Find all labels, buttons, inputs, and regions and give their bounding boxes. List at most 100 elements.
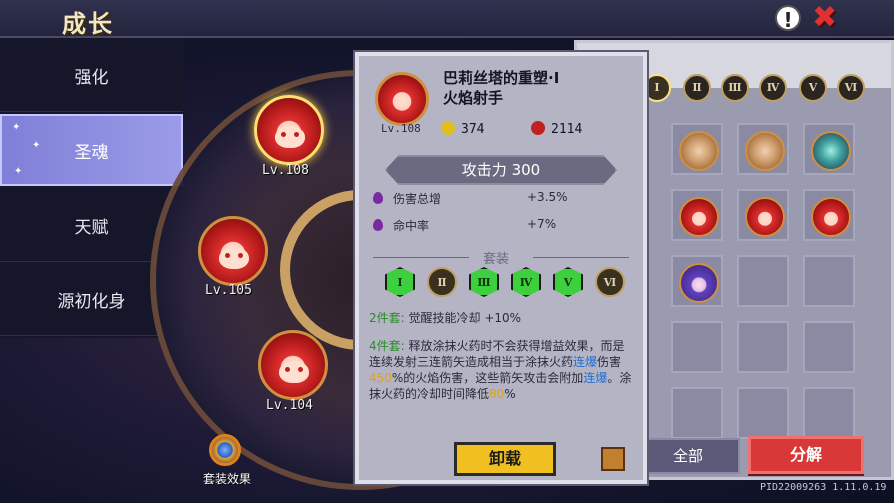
tab-set-3[interactable]: Ⅲ bbox=[721, 74, 749, 102]
hero-slot-2[interactable] bbox=[198, 216, 268, 286]
inventory-slot[interactable] bbox=[737, 255, 789, 307]
inventory-slot[interactable] bbox=[803, 321, 855, 373]
set-effect-icon bbox=[209, 434, 241, 466]
hero-level: Lv.105 bbox=[205, 283, 252, 298]
inventory-slot[interactable] bbox=[737, 123, 789, 175]
highlight-value: 80 bbox=[489, 387, 505, 401]
set-divider: 套装 bbox=[373, 250, 629, 267]
set-bonus-4-text: %的火焰伤害，这些箭矢攻击会附加 bbox=[391, 371, 584, 385]
item-icon bbox=[745, 197, 785, 237]
hero-level: Lv.104 bbox=[266, 398, 313, 413]
sidebar-item-label: 强化 bbox=[74, 68, 109, 88]
inventory-slot[interactable] bbox=[737, 189, 789, 241]
set-bonus-2-text: 觉醒技能冷却 +10% bbox=[408, 311, 522, 325]
main-stat: 攻击力 300 bbox=[385, 155, 617, 185]
info-icon[interactable]: ! bbox=[775, 5, 801, 32]
substat-row: 命中率 +7% bbox=[373, 217, 633, 234]
substat-value: +3.5% bbox=[527, 190, 568, 204]
inventory-slot[interactable] bbox=[671, 387, 723, 439]
inventory-slot[interactable] bbox=[671, 123, 723, 175]
drop-icon bbox=[373, 219, 383, 231]
drop-icon bbox=[373, 192, 383, 204]
set-gem-1[interactable]: Ⅰ bbox=[385, 267, 415, 297]
hero-slot-3[interactable] bbox=[258, 330, 328, 400]
hero-level: Lv.108 bbox=[262, 163, 309, 178]
tab-set-2[interactable]: Ⅱ bbox=[683, 74, 711, 102]
item-icon bbox=[811, 131, 851, 171]
hero-eye bbox=[225, 253, 230, 258]
stat-gold-value: 374 bbox=[461, 122, 485, 137]
tab-set-4[interactable]: Ⅳ bbox=[759, 74, 787, 102]
keyword-chain-burst: 连爆 bbox=[583, 371, 608, 385]
tab-set-1[interactable]: Ⅰ bbox=[643, 74, 671, 102]
substat-value: +7% bbox=[527, 217, 557, 231]
set-effect-label: 套装效果 bbox=[202, 472, 251, 486]
inventory-slot[interactable] bbox=[737, 321, 789, 373]
stat-red: 2114 bbox=[531, 121, 582, 137]
hero-eye bbox=[298, 367, 303, 372]
inventory-slot[interactable] bbox=[671, 321, 723, 373]
item-level: Lv.108 bbox=[381, 122, 421, 135]
inventory-slot[interactable] bbox=[671, 189, 723, 241]
set-gem-4[interactable]: Ⅳ bbox=[511, 267, 541, 297]
set-bonus-4-text: 伤害 bbox=[597, 355, 622, 369]
stat-red-value: 2114 bbox=[551, 122, 583, 137]
substat-row: 伤害总增 +3.5% bbox=[373, 190, 633, 207]
set-title: 套装 bbox=[483, 252, 510, 267]
hero-eye bbox=[238, 253, 243, 258]
item-name: 巴莉丝塔的重塑·I 火焰射手 bbox=[443, 68, 559, 108]
unequip-button[interactable]: 卸载 bbox=[454, 442, 556, 476]
item-name-line1: 巴莉丝塔的重塑·I bbox=[443, 69, 560, 87]
set-effect-button[interactable]: 套装效果 bbox=[196, 432, 256, 492]
set-bonus-2-tag: 2件套: bbox=[369, 311, 405, 325]
sidebar-item-enhance[interactable]: 强化 bbox=[0, 40, 183, 112]
sidebar-item-label: 圣魂 bbox=[74, 142, 109, 163]
highlight-value: 450 bbox=[369, 371, 392, 385]
set-bonus-2: 2件套: 觉醒技能冷却 +10% bbox=[369, 310, 635, 326]
growth-screen: 成长 ! ✖ 强化 ✦ ✦ ✦ 圣魂 天赋 源初化身 Lv.108 Lv.105… bbox=[0, 0, 894, 503]
tab-set-5[interactable]: Ⅴ bbox=[799, 74, 827, 102]
item-icon bbox=[745, 131, 785, 171]
decompose-button[interactable]: 分解 bbox=[748, 436, 864, 474]
inventory-slot[interactable] bbox=[803, 123, 855, 175]
inventory-slot[interactable] bbox=[803, 387, 855, 439]
set-bonus-4-text: % bbox=[504, 387, 516, 401]
hero-face bbox=[279, 361, 309, 383]
hero-slot-1[interactable] bbox=[254, 95, 324, 165]
keyword-chain-burst: 连爆 bbox=[573, 355, 598, 369]
tab-set-6[interactable]: Ⅵ bbox=[837, 74, 865, 102]
item-detail-panel: Lv.108 巴莉丝塔的重塑·I 火焰射手 374 2114 攻击力 300 伤… bbox=[355, 52, 647, 484]
lock-icon[interactable] bbox=[601, 447, 625, 471]
divider-line bbox=[533, 257, 629, 258]
set-gem-6[interactable]: Ⅵ bbox=[595, 267, 625, 297]
stat-gold: 374 bbox=[441, 121, 484, 137]
sparkle-icon: ✦ bbox=[14, 166, 23, 177]
close-icon[interactable]: ✖ bbox=[812, 2, 837, 34]
hero-face bbox=[219, 247, 249, 269]
inventory-slot[interactable] bbox=[803, 255, 855, 307]
sparkle-icon: ✦ bbox=[12, 122, 21, 133]
divider-line bbox=[373, 257, 469, 258]
sidebar-item-label: 天赋 bbox=[74, 218, 109, 238]
inventory-slot[interactable] bbox=[737, 387, 789, 439]
inventory-slot[interactable] bbox=[803, 189, 855, 241]
item-icon bbox=[811, 197, 851, 237]
hero-eye bbox=[285, 367, 290, 372]
set-gem-2[interactable]: Ⅱ bbox=[427, 267, 457, 297]
page-title: 成长 bbox=[62, 10, 114, 38]
item-name-line2: 火焰射手 bbox=[443, 89, 504, 107]
filter-all-button[interactable]: 全部 bbox=[636, 438, 740, 474]
power-icon bbox=[531, 121, 545, 135]
set-gem-3[interactable]: Ⅲ bbox=[469, 267, 499, 297]
sidebar-item-holy-soul[interactable]: ✦ ✦ ✦ 圣魂 bbox=[0, 114, 183, 186]
sidebar-item-label: 源初化身 bbox=[57, 292, 126, 312]
item-icon bbox=[679, 131, 719, 171]
set-bonus-4: 4件套: 释放涂抹火药时不会获得增益效果，而是连续发射三连箭矢造成相当于涂抹火药… bbox=[369, 338, 635, 402]
set-bonus-4-tag: 4件套: bbox=[369, 339, 405, 353]
item-icon bbox=[679, 197, 719, 237]
build-id: PID22009263 1.11.0.19 bbox=[760, 482, 887, 493]
hero-eye bbox=[281, 132, 286, 137]
hero-face bbox=[275, 126, 305, 148]
inventory-slot[interactable] bbox=[671, 255, 723, 307]
set-gem-5[interactable]: Ⅴ bbox=[553, 267, 583, 297]
